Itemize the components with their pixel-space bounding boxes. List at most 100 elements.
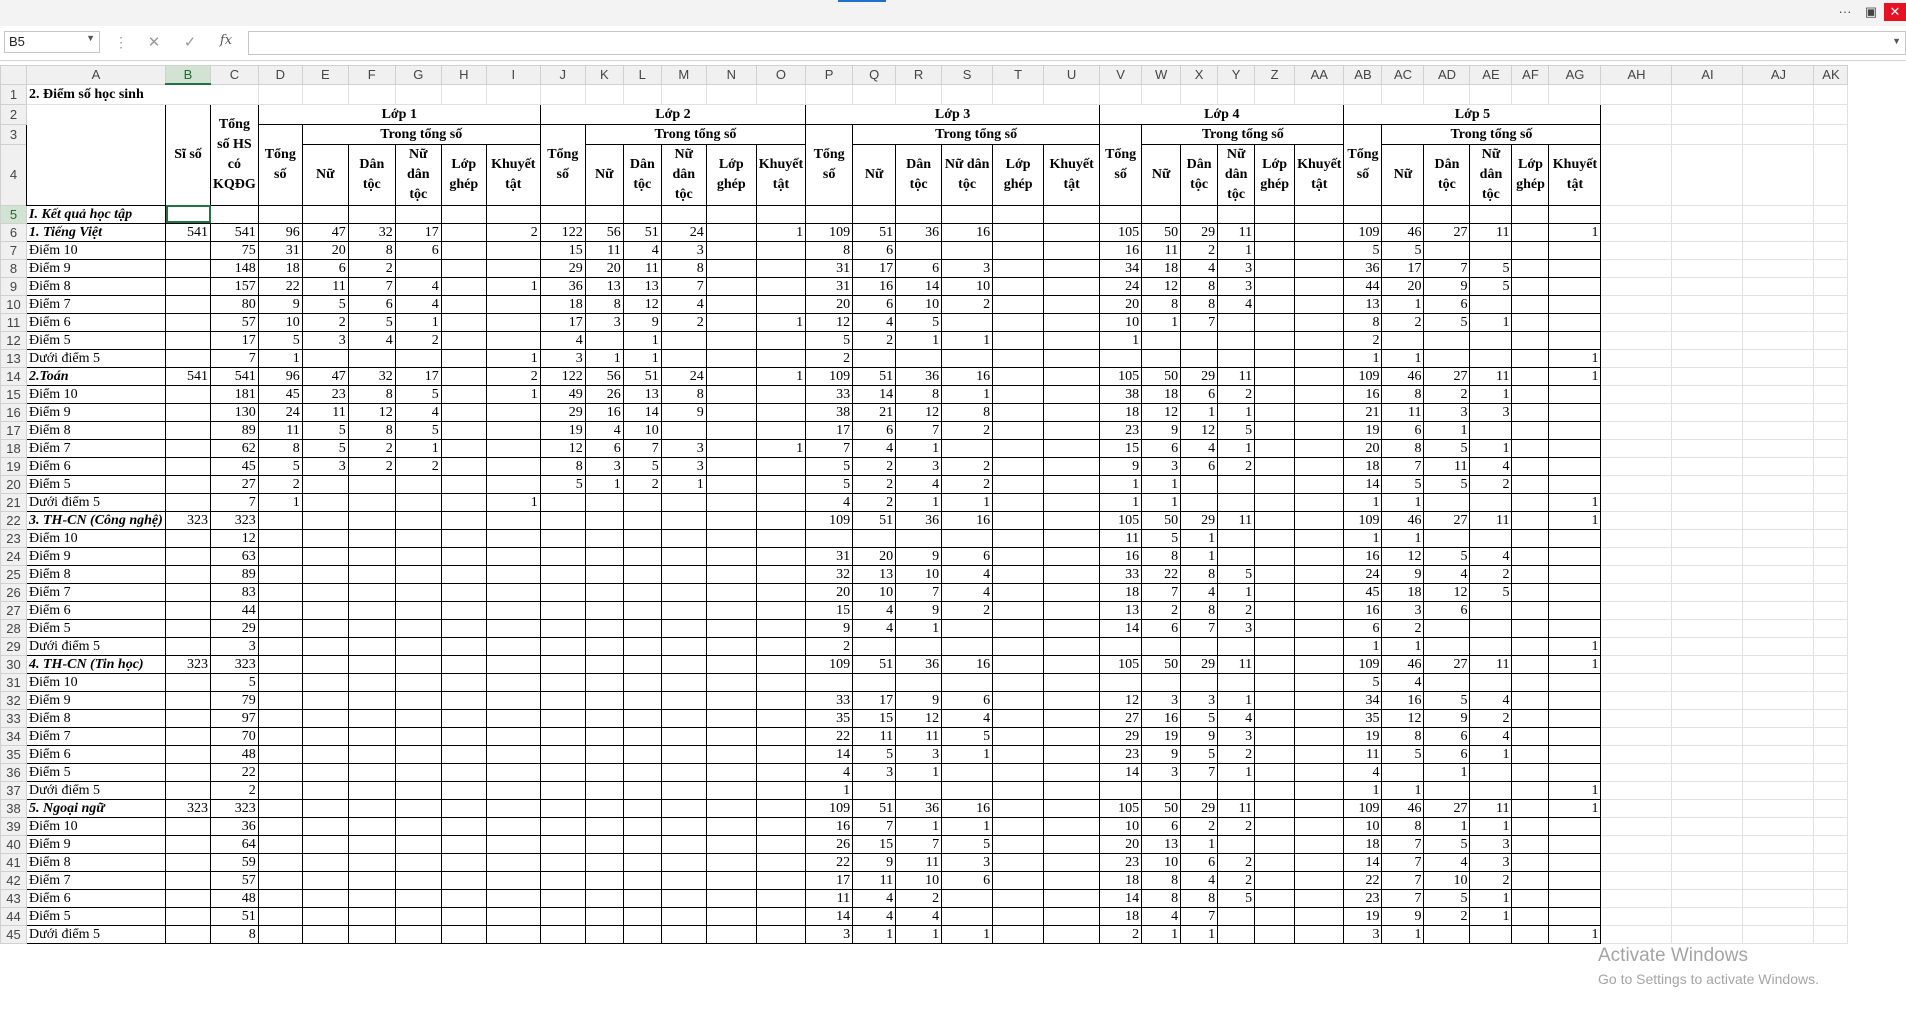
column-header-d[interactable]: D xyxy=(257,65,303,85)
cell-value[interactable] xyxy=(1294,690,1345,710)
row-label[interactable]: Điểm 10 xyxy=(26,672,166,692)
cell-value[interactable] xyxy=(584,618,624,638)
cell-empty[interactable] xyxy=(1813,690,1849,710)
cell-value[interactable] xyxy=(992,222,1045,242)
cell-empty[interactable] xyxy=(895,83,943,105)
cell-value[interactable] xyxy=(1548,906,1602,926)
cell-empty[interactable] xyxy=(1600,618,1673,638)
cell-empty[interactable] xyxy=(1600,582,1673,602)
cell-empty[interactable] xyxy=(1813,618,1849,638)
cell-value[interactable]: 5 xyxy=(1423,834,1471,854)
cell-empty[interactable] xyxy=(1600,870,1673,890)
cell-value[interactable] xyxy=(1469,762,1513,782)
cell-value[interactable] xyxy=(1548,276,1602,296)
cell-empty[interactable] xyxy=(1813,384,1849,404)
cell-value[interactable] xyxy=(622,528,662,548)
cell-value[interactable]: 8 xyxy=(660,384,707,404)
cell-value[interactable] xyxy=(1043,492,1101,512)
cell-value[interactable] xyxy=(257,906,303,926)
cell-value[interactable] xyxy=(1294,438,1345,458)
cell-value[interactable]: 12 xyxy=(805,312,854,332)
cell-empty[interactable] xyxy=(1742,420,1815,440)
cell-value[interactable]: 109 xyxy=(805,510,854,530)
cell-value[interactable] xyxy=(755,888,807,908)
cell-value[interactable] xyxy=(755,816,807,836)
cell-value[interactable]: 1 xyxy=(941,816,994,836)
cell-value[interactable] xyxy=(1294,618,1345,638)
cell-value[interactable]: 1 xyxy=(1180,546,1219,566)
cancel-icon[interactable]: ✕ xyxy=(142,33,166,51)
cell-value[interactable] xyxy=(1294,366,1345,386)
cell-value[interactable]: 148 xyxy=(210,258,259,278)
cell-empty[interactable] xyxy=(1217,83,1256,105)
cell-value[interactable] xyxy=(1423,528,1471,548)
cell-value[interactable] xyxy=(301,636,349,656)
cell-value[interactable] xyxy=(1180,330,1219,350)
cell-value[interactable]: 8 xyxy=(1141,870,1182,890)
row-label[interactable]: 1. Tiếng Việt xyxy=(26,222,166,242)
cell-value[interactable]: 20 xyxy=(1343,438,1383,458)
cell-value[interactable]: 9 xyxy=(1141,420,1182,440)
column-header-f[interactable]: F xyxy=(347,65,396,85)
cell-value[interactable] xyxy=(347,672,396,692)
cell-value[interactable] xyxy=(1511,906,1550,926)
cell-value[interactable] xyxy=(1548,816,1602,836)
cell-value[interactable] xyxy=(485,690,541,710)
cell-value[interactable] xyxy=(257,780,303,800)
cell-value[interactable] xyxy=(622,582,662,602)
cell-value[interactable] xyxy=(1254,888,1296,908)
cell-value[interactable] xyxy=(394,204,442,224)
cell-value[interactable]: 2 xyxy=(1180,240,1219,260)
row-label[interactable]: Dưới điểm 5 xyxy=(26,636,166,656)
cell-value[interactable]: 181 xyxy=(210,384,259,404)
cell-empty[interactable] xyxy=(1813,870,1849,890)
cell-value[interactable] xyxy=(941,636,994,656)
cell-value[interactable]: 16 xyxy=(1099,546,1143,566)
cell-empty[interactable] xyxy=(1671,906,1744,926)
cell-empty[interactable] xyxy=(1671,204,1744,224)
cell-value[interactable] xyxy=(539,582,586,602)
cell-value[interactable] xyxy=(1469,348,1513,368)
cell-empty[interactable] xyxy=(1600,143,1673,206)
cell-empty[interactable] xyxy=(1813,143,1849,206)
cell-value[interactable] xyxy=(1294,240,1345,260)
cell-value[interactable] xyxy=(1511,204,1550,224)
cell-value[interactable] xyxy=(1180,636,1219,656)
cell-value[interactable]: 5 xyxy=(805,330,854,350)
cell-value[interactable] xyxy=(660,510,707,530)
cell-value[interactable]: 17 xyxy=(805,870,854,890)
cell-value[interactable] xyxy=(584,906,624,926)
cell-value[interactable]: 8 xyxy=(347,240,396,260)
cell-value[interactable] xyxy=(485,798,541,818)
cell-value[interactable] xyxy=(584,528,624,548)
cell-value[interactable]: 4 xyxy=(852,906,897,926)
cell-empty[interactable] xyxy=(1742,258,1815,278)
cell-value[interactable] xyxy=(755,924,807,944)
cell-empty[interactable] xyxy=(1813,438,1849,458)
cell-value[interactable]: 4 xyxy=(1469,690,1513,710)
cell-value[interactable] xyxy=(1294,348,1345,368)
cell-value[interactable] xyxy=(257,672,303,692)
cell-value[interactable]: 2 xyxy=(485,366,541,386)
cell-value[interactable]: 109 xyxy=(805,366,854,386)
cell-value[interactable] xyxy=(1511,816,1550,836)
cell-value[interactable]: 5 xyxy=(1423,474,1471,494)
cell-value[interactable] xyxy=(1141,780,1182,800)
cell-value[interactable] xyxy=(539,546,586,566)
cell-value[interactable] xyxy=(1294,708,1345,728)
cell-value[interactable] xyxy=(622,816,662,836)
cell-value[interactable] xyxy=(852,348,897,368)
cell-value[interactable] xyxy=(584,744,624,764)
cell-value[interactable]: 5 xyxy=(852,744,897,764)
cell-value[interactable] xyxy=(992,546,1045,566)
cell-value[interactable]: 6 xyxy=(1180,384,1219,404)
cell-value[interactable] xyxy=(992,402,1045,422)
cell-value[interactable] xyxy=(705,600,757,620)
cell-empty[interactable] xyxy=(1671,690,1744,710)
cell-value[interactable]: 2 xyxy=(1141,600,1182,620)
cell-value[interactable]: 9 xyxy=(1423,708,1471,728)
cell-value[interactable] xyxy=(1469,528,1513,548)
cell-value[interactable] xyxy=(705,744,757,764)
cell-value[interactable] xyxy=(941,528,994,548)
cell-value[interactable]: 1 xyxy=(895,816,943,836)
